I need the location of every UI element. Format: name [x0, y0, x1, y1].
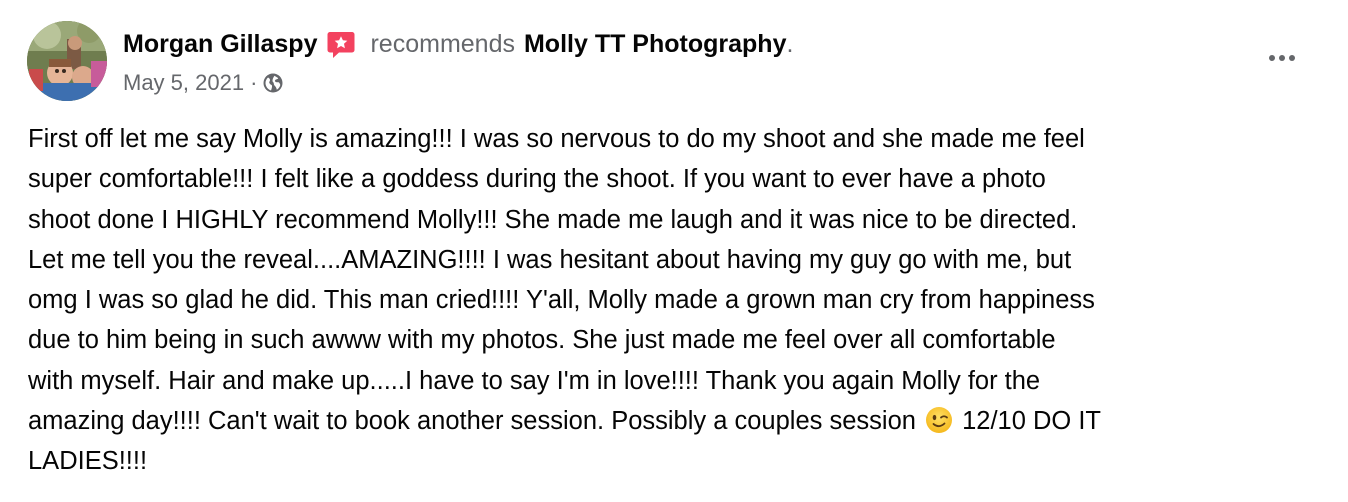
- more-options-icon-dot: [1279, 55, 1285, 61]
- page-name-link[interactable]: Molly TT Photography: [524, 30, 787, 59]
- post-date-link[interactable]: May 5, 2021: [123, 70, 244, 96]
- post-body-line: super comfortable!!! I felt like a godde…: [28, 165, 1046, 194]
- post-body: First off let me say Molly is amazing!!!…: [28, 119, 1323, 482]
- post-body-line: First off let me say Molly is amazing!!!…: [28, 125, 1085, 153]
- more-options-icon-dot: [1289, 55, 1295, 61]
- globe-icon[interactable]: [262, 72, 284, 94]
- post-body-line: LADIES!!!!: [28, 447, 148, 476]
- post-body-line: omg I was so glad he did. This man cried…: [28, 286, 1095, 315]
- post-header: Morgan Gillaspy recommends Molly TT Phot…: [123, 26, 793, 62]
- recommends-text: recommends: [370, 29, 515, 58]
- avatar-photo: [27, 21, 107, 101]
- recommendation-star-icon: [326, 30, 356, 60]
- post-meta: May 5, 2021 ·: [123, 68, 284, 98]
- post-body-line: amazing day!!!! Can't wait to book anoth…: [28, 407, 924, 436]
- recommendation-post: Morgan Gillaspy recommends Molly TT Phot…: [0, 0, 1348, 502]
- author-avatar[interactable]: [27, 21, 107, 101]
- post-body-line: due to him being in such awww with my ph…: [28, 326, 1056, 355]
- meta-separator: ·: [250, 70, 258, 95]
- post-body-line: Let me tell you the reveal....AMAZING!!!…: [28, 245, 1072, 274]
- post-body-line: shoot done I HIGHLY recommend Molly!!! S…: [28, 205, 1078, 234]
- winking-face-emoji: [925, 406, 953, 434]
- post-body-line: 12/10 DO IT: [955, 407, 1101, 436]
- author-name-link[interactable]: Morgan Gillaspy: [123, 30, 317, 59]
- post-body-line: with myself. Hair and make up.....I have…: [28, 366, 1041, 395]
- header-period: .: [786, 29, 794, 58]
- more-options-icon: [1269, 55, 1275, 61]
- more-options-button[interactable]: [1262, 42, 1302, 74]
